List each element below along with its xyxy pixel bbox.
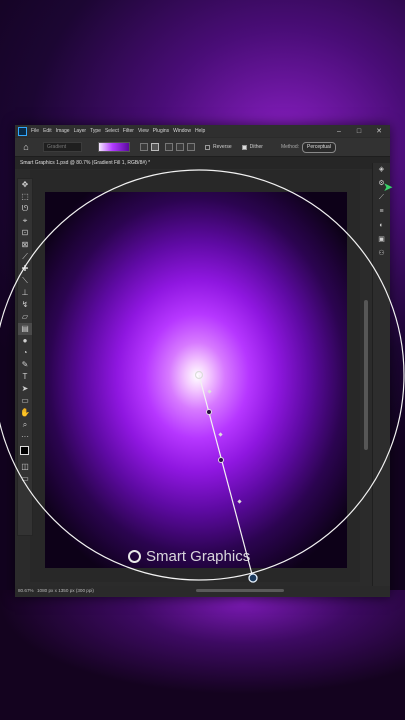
gradient-stop-handle[interactable] — [206, 409, 212, 415]
gradient-midpoint-handle[interactable] — [207, 389, 212, 394]
mouse-cursor-icon: ➤ — [383, 180, 394, 194]
gradient-end-handle[interactable] — [248, 573, 258, 583]
watermark-text: Smart Graphics — [146, 548, 251, 565]
smart-graphics-logo-icon — [128, 550, 141, 563]
gradient-midpoint-handle[interactable] — [237, 499, 242, 504]
watermark: Smart Graphics — [128, 548, 250, 565]
gradient-stop-handle[interactable] — [218, 457, 224, 463]
gradient-overlay — [0, 169, 405, 583]
gradient-midpoint-handle[interactable] — [218, 432, 223, 437]
